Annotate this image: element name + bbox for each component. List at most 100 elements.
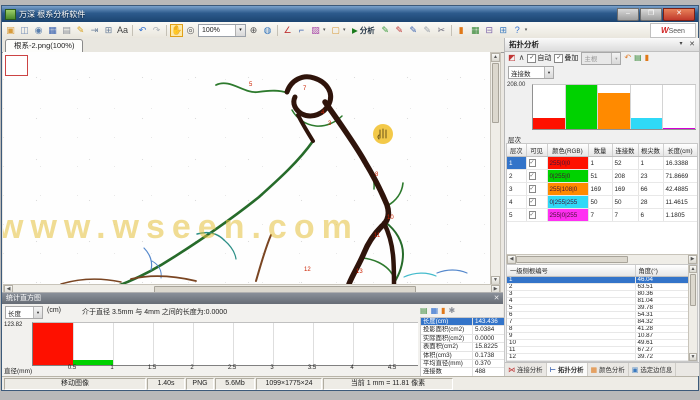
- column-header[interactable]: 根尖数: [638, 144, 663, 157]
- checkbox-icon[interactable]: ✓: [529, 185, 536, 193]
- batch-open-icon[interactable]: ◫: [18, 24, 31, 37]
- color-cell[interactable]: 255|0|0: [547, 157, 588, 170]
- histogram-bar[interactable]: [33, 323, 73, 365]
- pick-node-icon[interactable]: ◩: [508, 52, 516, 64]
- tab-选定边信息[interactable]: ▣选定边信息: [629, 363, 677, 376]
- count-cell[interactable]: 50: [588, 196, 612, 209]
- zoom-in-icon[interactable]: ⊕: [247, 24, 260, 37]
- scroll-thumb[interactable]: [516, 256, 628, 263]
- visible-cell[interactable]: ✓: [526, 196, 547, 209]
- document-tab[interactable]: 根系-2.png(100%): [5, 39, 83, 52]
- angle-cell[interactable]: 46.04: [635, 277, 691, 284]
- dropdown-arrow-icon[interactable]: ▾: [525, 27, 530, 33]
- tips-cell[interactable]: 1: [638, 157, 663, 170]
- connections-cell[interactable]: 52: [612, 157, 638, 170]
- layer-cell[interactable]: 1: [507, 157, 526, 170]
- angle-cell[interactable]: 63.51: [635, 284, 691, 291]
- canvas-vertical-scrollbar[interactable]: ▲ ▼: [490, 52, 501, 286]
- histogram-bar[interactable]: [566, 85, 598, 129]
- minimize-button[interactable]: –: [617, 8, 639, 21]
- root-id-cell[interactable]: 12: [507, 354, 635, 361]
- angle-cell[interactable]: 41.28: [635, 326, 691, 333]
- edit-icon[interactable]: ✎: [74, 24, 87, 37]
- length-cell[interactable]: 16.3388: [663, 157, 697, 170]
- analyze-button[interactable]: ▶分析: [349, 24, 378, 37]
- root-id-cell[interactable]: 1: [507, 277, 635, 284]
- angle-row[interactable]: 784.32: [507, 319, 691, 326]
- shape-tool-icon[interactable]: ▢: [329, 24, 342, 37]
- length-cell[interactable]: 71.8669: [663, 170, 697, 183]
- pen-blue-icon[interactable]: ✎: [407, 24, 420, 37]
- histogram-bar[interactable]: [663, 128, 695, 129]
- angle-row[interactable]: 146.04: [507, 277, 691, 284]
- angle-cell[interactable]: 39.78: [635, 305, 691, 312]
- tips-cell[interactable]: 66: [638, 183, 663, 196]
- visible-cell[interactable]: ✓: [526, 183, 547, 196]
- color-tool-icon[interactable]: ▨: [309, 24, 322, 37]
- open-image-icon[interactable]: ▣: [4, 24, 17, 37]
- pin-icon[interactable]: ▾: [676, 38, 686, 51]
- connections-cell[interactable]: 208: [612, 170, 638, 183]
- metric-select[interactable]: 连接数 ▾: [508, 66, 554, 79]
- stat-row[interactable]: 平均直径(mm)0.370: [421, 360, 504, 368]
- pen-gray-icon[interactable]: ✎: [421, 24, 434, 37]
- ruler-icon[interactable]: ⌐: [295, 24, 308, 37]
- panel-close-icon[interactable]: ✕: [687, 38, 697, 51]
- dropdown-arrow-icon[interactable]: ▾: [235, 25, 245, 36]
- dropdown-arrow-icon[interactable]: ▾: [544, 67, 553, 78]
- layer-cell[interactable]: 3: [507, 183, 526, 196]
- histogram-bar[interactable]: [533, 118, 565, 129]
- color-cell[interactable]: 0|255|0: [547, 170, 588, 183]
- length-cell[interactable]: 11.4615: [663, 196, 697, 209]
- checkbox-icon[interactable]: ✓: [529, 211, 536, 219]
- undo-analysis-icon[interactable]: ↶: [624, 52, 631, 64]
- checkbox-icon[interactable]: ✓: [529, 172, 536, 180]
- maximize-button[interactable]: ❐: [640, 8, 662, 21]
- print-icon[interactable]: ▤: [60, 24, 73, 37]
- angle-row[interactable]: 263.51: [507, 284, 691, 291]
- layer-cell[interactable]: 2: [507, 170, 526, 183]
- checkbox-icon[interactable]: ✓: [529, 159, 536, 167]
- dropdown-arrow-icon[interactable]: ▾: [323, 27, 328, 33]
- length-cell[interactable]: 42.4885: [663, 183, 697, 196]
- copy-icon[interactable]: ⊞: [102, 24, 115, 37]
- stat-row[interactable]: 投影面积(cm2)5.0384: [421, 326, 504, 334]
- layer-row[interactable]: 3✓255|108|01691696642.4885: [507, 183, 697, 196]
- root-id-cell[interactable]: 7: [507, 319, 635, 326]
- count-cell[interactable]: 7: [588, 209, 612, 222]
- root-id-cell[interactable]: 2: [507, 284, 635, 291]
- angle-row[interactable]: 1049.61: [507, 340, 691, 347]
- visible-cell[interactable]: ✓: [526, 157, 547, 170]
- scroll-down-arrow[interactable]: ▼: [689, 353, 697, 361]
- count-cell[interactable]: 169: [588, 183, 612, 196]
- count-cell[interactable]: 1: [588, 157, 612, 170]
- export-chart-icon[interactable]: ▮: [441, 306, 445, 316]
- dropdown-arrow-icon[interactable]: ▾: [343, 27, 348, 33]
- connections-cell[interactable]: 7: [612, 209, 638, 222]
- pen-green-icon[interactable]: ✎: [379, 24, 392, 37]
- angle-row[interactable]: 380.36: [507, 291, 691, 298]
- angle-cell[interactable]: 81.04: [635, 298, 691, 305]
- angle-row[interactable]: 1167.27: [507, 347, 691, 354]
- scroll-left-arrow[interactable]: ◀: [507, 255, 516, 264]
- angle-cell[interactable]: 80.36: [635, 291, 691, 298]
- column-header[interactable]: 颜色(RGB): [547, 144, 588, 157]
- layer-row[interactable]: 2✓0|255|0512082371.8669: [507, 170, 697, 183]
- measure-select[interactable]: 长度 ▾: [5, 306, 43, 319]
- measure-angle-icon[interactable]: ∠: [281, 24, 294, 37]
- settings-icon[interactable]: ✱: [449, 306, 456, 316]
- zoom-tool-icon[interactable]: ◎: [184, 24, 197, 37]
- angle-tool-icon[interactable]: ∧: [519, 52, 525, 64]
- angle-row[interactable]: 910.87: [507, 333, 691, 340]
- count-cell[interactable]: 51: [588, 170, 612, 183]
- scroll-thumb[interactable]: [492, 63, 499, 123]
- visible-cell[interactable]: ✓: [526, 209, 547, 222]
- export-icon[interactable]: ⇥: [88, 24, 101, 37]
- connections-cell[interactable]: 169: [612, 183, 638, 196]
- column-header[interactable]: 角度(°): [635, 265, 691, 277]
- text-annotate-icon[interactable]: Aa: [116, 24, 129, 37]
- stat-row[interactable]: 实际面积(cm2)0.0000: [421, 335, 504, 343]
- root-select[interactable]: 主根▾: [581, 52, 621, 65]
- connections-cell[interactable]: 50: [612, 196, 638, 209]
- tab-拓扑分析[interactable]: ⊢拓扑分析: [547, 363, 588, 376]
